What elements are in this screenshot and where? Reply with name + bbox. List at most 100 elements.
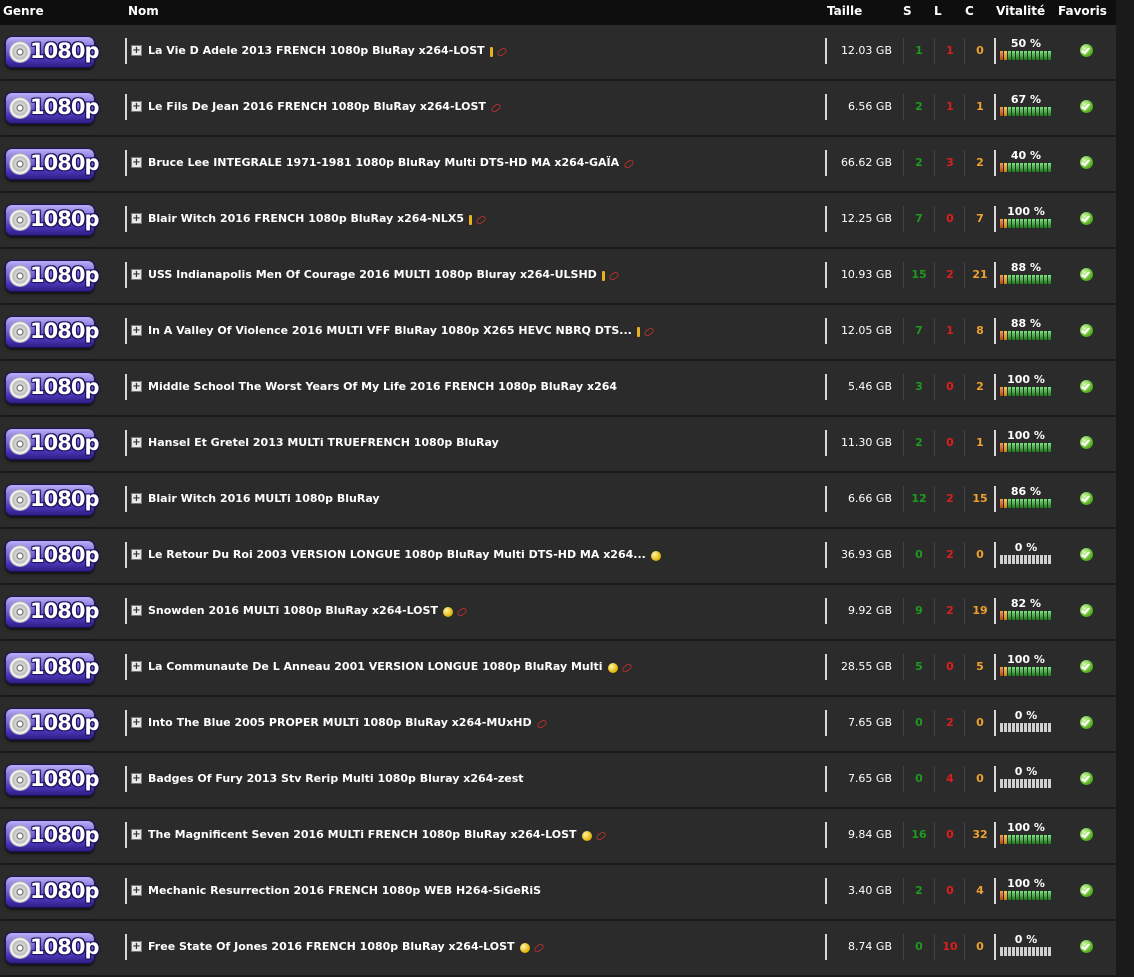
header-taille[interactable]: Taille bbox=[827, 4, 862, 18]
expand-icon[interactable]: + bbox=[131, 101, 142, 112]
torrent-name-link[interactable]: Le Fils De Jean 2016 FRENCH 1080p BluRay… bbox=[148, 100, 486, 113]
genre-badge-1080p[interactable]: 1080p bbox=[5, 148, 99, 180]
vitality-segment bbox=[1032, 163, 1035, 172]
torrent-name-link[interactable]: Le Retour Du Roi 2003 VERSION LONGUE 108… bbox=[148, 548, 646, 561]
favorite-check-icon[interactable] bbox=[1080, 380, 1093, 393]
expand-icon[interactable]: + bbox=[131, 325, 142, 336]
expand-icon[interactable]: + bbox=[131, 381, 142, 392]
expand-icon[interactable]: + bbox=[131, 269, 142, 280]
link-icon[interactable] bbox=[643, 326, 655, 337]
link-icon[interactable] bbox=[490, 102, 502, 113]
status-icons bbox=[623, 157, 638, 170]
header-seeders[interactable]: S bbox=[903, 4, 912, 18]
favorite-check-icon[interactable] bbox=[1080, 940, 1093, 953]
genre-badge-1080p[interactable]: 1080p bbox=[5, 708, 99, 740]
genre-badge-1080p[interactable]: 1080p bbox=[5, 204, 99, 236]
header-nom[interactable]: Nom bbox=[128, 4, 159, 18]
link-icon[interactable] bbox=[532, 942, 545, 953]
vitality-segment bbox=[1004, 723, 1007, 732]
favorite-check-icon[interactable] bbox=[1080, 156, 1093, 169]
genre-badge-1080p[interactable]: 1080p bbox=[5, 932, 99, 964]
seeders-count: 9 bbox=[915, 604, 923, 617]
torrent-name-link[interactable]: Bruce Lee INTEGRALE 1971-1981 1080p BluR… bbox=[148, 156, 619, 169]
disc-icon bbox=[9, 713, 31, 735]
torrent-name-link[interactable]: Into The Blue 2005 PROPER MULTi 1080p Bl… bbox=[148, 716, 532, 729]
header-vitalite[interactable]: Vitalité bbox=[996, 4, 1045, 18]
favorite-check-icon[interactable] bbox=[1080, 716, 1093, 729]
torrent-name-link[interactable]: La Vie D Adele 2013 FRENCH 1080p BluRay … bbox=[148, 44, 485, 57]
genre-badge-1080p[interactable]: 1080p bbox=[5, 92, 99, 124]
link-icon[interactable] bbox=[620, 662, 633, 673]
favorite-check-icon[interactable] bbox=[1080, 828, 1093, 841]
genre-badge-1080p[interactable]: 1080p bbox=[5, 484, 99, 516]
link-icon[interactable] bbox=[607, 270, 620, 281]
expand-icon[interactable]: + bbox=[131, 605, 142, 616]
expand-icon[interactable]: + bbox=[131, 549, 142, 560]
vitality-segment bbox=[1004, 219, 1007, 228]
favorite-check-icon[interactable] bbox=[1080, 884, 1093, 897]
expand-icon[interactable]: + bbox=[131, 829, 142, 840]
link-icon[interactable] bbox=[475, 214, 487, 225]
favorite-check-icon[interactable] bbox=[1080, 660, 1093, 673]
favorite-check-icon[interactable] bbox=[1080, 548, 1093, 561]
favorite-check-icon[interactable] bbox=[1080, 100, 1093, 113]
torrent-name-link[interactable]: Blair Witch 2016 FRENCH 1080p BluRay x26… bbox=[148, 212, 464, 225]
expand-icon[interactable]: + bbox=[131, 941, 142, 952]
link-icon[interactable] bbox=[535, 718, 548, 729]
genre-badge-1080p[interactable]: 1080p bbox=[5, 540, 99, 572]
expand-icon[interactable]: + bbox=[131, 493, 142, 504]
favorite-check-icon[interactable] bbox=[1080, 44, 1093, 57]
genre-badge-1080p[interactable]: 1080p bbox=[5, 260, 99, 292]
expand-icon[interactable]: + bbox=[131, 885, 142, 896]
expand-icon[interactable]: + bbox=[131, 157, 142, 168]
torrent-name-link[interactable]: Mechanic Resurrection 2016 FRENCH 1080p … bbox=[148, 884, 541, 897]
favorite-check-icon[interactable] bbox=[1080, 492, 1093, 505]
torrent-name-link[interactable]: Snowden 2016 MULTi 1080p BluRay x264-LOS… bbox=[148, 604, 438, 617]
torrent-name-link[interactable]: Free State Of Jones 2016 FRENCH 1080p Bl… bbox=[148, 940, 515, 953]
favorite-check-icon[interactable] bbox=[1080, 772, 1093, 785]
expand-icon[interactable]: + bbox=[131, 773, 142, 784]
genre-badge-1080p[interactable]: 1080p bbox=[5, 820, 99, 852]
link-icon[interactable] bbox=[456, 606, 468, 617]
link-icon[interactable] bbox=[623, 158, 635, 169]
header-completed[interactable]: C bbox=[965, 4, 974, 18]
expand-icon[interactable]: + bbox=[131, 717, 142, 728]
vitality-segment bbox=[1040, 947, 1043, 956]
expand-icon[interactable]: + bbox=[131, 661, 142, 672]
torrent-name-link[interactable]: In A Valley Of Violence 2016 MULTI VFF B… bbox=[148, 324, 632, 337]
expand-icon[interactable]: + bbox=[131, 437, 142, 448]
link-icon[interactable] bbox=[594, 830, 607, 841]
genre-label: 1080p bbox=[30, 711, 99, 735]
favorite-check-icon[interactable] bbox=[1080, 268, 1093, 281]
favorite-check-icon[interactable] bbox=[1080, 212, 1093, 225]
genre-badge-1080p[interactable]: 1080p bbox=[5, 36, 99, 68]
genre-badge-1080p[interactable]: 1080p bbox=[5, 652, 99, 684]
torrent-name-link[interactable]: Blair Witch 2016 MULTi 1080p BluRay bbox=[148, 492, 380, 505]
header-leechers[interactable]: L bbox=[934, 4, 942, 18]
vitality-segment bbox=[1016, 667, 1019, 676]
torrent-name-link[interactable]: La Communaute De L Anneau 2001 VERSION L… bbox=[148, 660, 603, 673]
torrent-name-link[interactable]: Hansel Et Gretel 2013 MULTi TRUEFRENCH 1… bbox=[148, 436, 499, 449]
favorite-check-icon[interactable] bbox=[1080, 324, 1093, 337]
torrent-name-link[interactable]: Middle School The Worst Years Of My Life… bbox=[148, 380, 617, 393]
expand-icon[interactable]: + bbox=[131, 45, 142, 56]
torrent-name-link[interactable]: The Magnificent Seven 2016 MULTi FRENCH … bbox=[148, 828, 577, 841]
torrent-name-link[interactable]: Badges Of Fury 2013 Stv Rerip Multi 1080… bbox=[148, 772, 524, 785]
completed-count: 0 bbox=[976, 716, 984, 729]
genre-badge-1080p[interactable]: 1080p bbox=[5, 428, 99, 460]
header-genre[interactable]: Genre bbox=[3, 4, 44, 18]
favorite-check-icon[interactable] bbox=[1080, 436, 1093, 449]
divider bbox=[125, 150, 127, 176]
expand-icon[interactable]: + bbox=[131, 213, 142, 224]
genre-badge-1080p[interactable]: 1080p bbox=[5, 764, 99, 796]
link-icon[interactable] bbox=[495, 46, 508, 57]
genre-badge-1080p[interactable]: 1080p bbox=[5, 876, 99, 908]
vitality-segment bbox=[1020, 891, 1023, 900]
vitality-segment bbox=[1036, 723, 1039, 732]
genre-badge-1080p[interactable]: 1080p bbox=[5, 316, 99, 348]
torrent-name-link[interactable]: USS Indianapolis Men Of Courage 2016 MUL… bbox=[148, 268, 597, 281]
genre-badge-1080p[interactable]: 1080p bbox=[5, 372, 99, 404]
favorite-check-icon[interactable] bbox=[1080, 604, 1093, 617]
genre-badge-1080p[interactable]: 1080p bbox=[5, 596, 99, 628]
vitality-cell: 100 % bbox=[1000, 877, 1054, 900]
